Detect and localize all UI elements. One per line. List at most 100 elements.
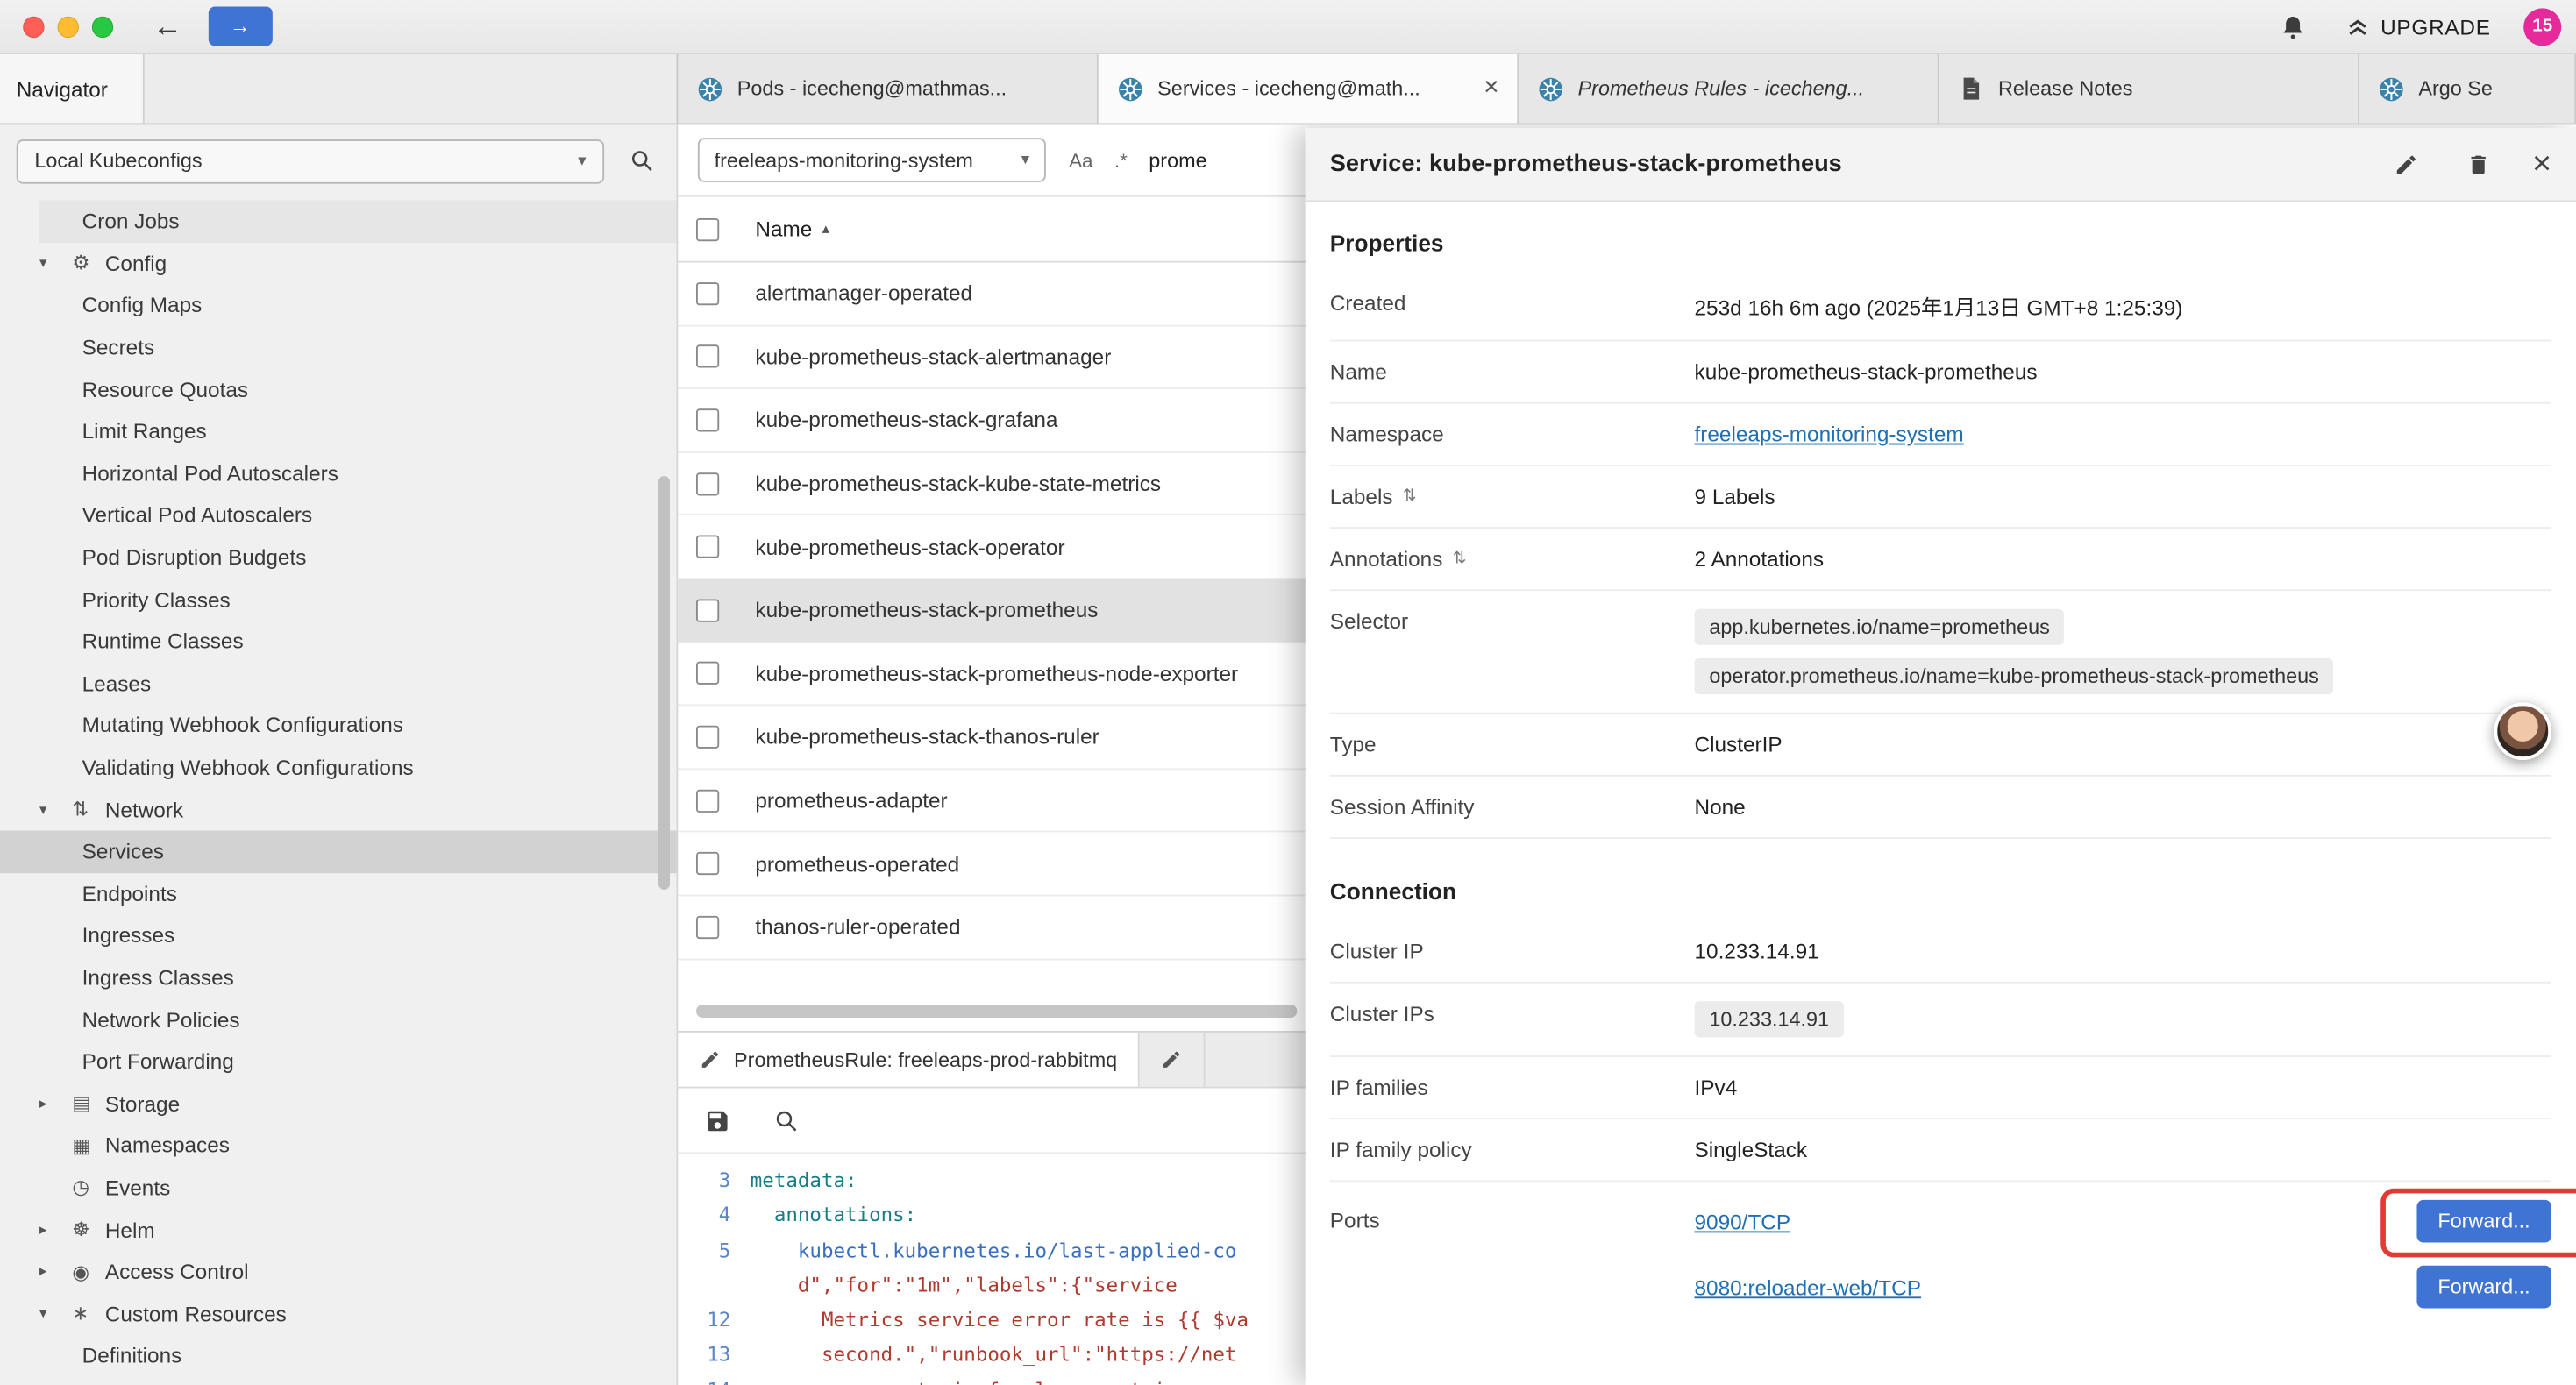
tree-item-label: Priority Classes (82, 587, 231, 612)
sidebar-item-cron-jobs[interactable]: Cron Jobs (0, 200, 677, 242)
sidebar-item-port-forwarding[interactable]: Port Forwarding (0, 1041, 677, 1083)
sort-up-icon[interactable]: ▴ (822, 220, 829, 238)
tab-argo[interactable]: Argo Se (2359, 54, 2576, 124)
chevron-down-icon[interactable]: ▾ (39, 1304, 72, 1323)
chevron-right-icon[interactable]: ▸ (39, 1262, 72, 1281)
row-label: Cluster IP (1330, 939, 1695, 963)
sidebar-item-leases[interactable]: Leases (0, 663, 677, 705)
match-case-toggle[interactable]: Aa (1069, 148, 1093, 171)
sidebar-item-services[interactable]: Services (0, 830, 677, 872)
chevron-right-icon[interactable]: ▸ (39, 1220, 72, 1239)
forward-button[interactable]: Forward... (2416, 1266, 2551, 1309)
namespace-filter-dropdown[interactable]: freeleaps-monitoring-system ▾ (698, 138, 1046, 182)
row-checkbox[interactable] (696, 536, 719, 558)
row-label: Labels (1330, 484, 1393, 508)
close-icon[interactable]: × (2532, 148, 2551, 181)
port-link-9090[interactable]: 9090/TCP (1695, 1209, 1791, 1233)
row-checkbox[interactable] (696, 282, 719, 305)
expand-toggle-icon[interactable]: ⇅ (1453, 550, 1467, 568)
sidebar-item-access-control[interactable]: ▸◉Access Control (0, 1251, 677, 1293)
namespace-link[interactable]: freeleaps-monitoring-system (1695, 422, 1964, 446)
code-text: error rate in freeleaps metrics ser (751, 1374, 1237, 1385)
notification-count-badge[interactable]: 15 (2523, 7, 2561, 45)
row-checkbox[interactable] (696, 789, 719, 812)
close-window-button[interactable] (23, 16, 44, 37)
tab-pods[interactable]: Pods - icecheng@mathmas... (678, 54, 1098, 124)
sidebar-item-config-maps[interactable]: Config Maps (0, 284, 677, 326)
tab-prometheus-rules[interactable]: Prometheus Rules - icecheng... (1519, 54, 1939, 124)
service-name: prometheus-operated (755, 851, 959, 876)
floating-avatar[interactable] (2494, 702, 2551, 760)
notifications-bell-icon[interactable] (2275, 8, 2311, 44)
minimize-window-button[interactable] (58, 16, 79, 37)
sidebar-search-icon[interactable] (624, 143, 660, 179)
row-checkbox[interactable] (696, 852, 719, 875)
connection-heading: Connection (1330, 839, 2551, 921)
sidebar-item-definitions[interactable]: Definitions (0, 1334, 677, 1376)
port-link-8080-reloader-web[interactable]: 8080:reloader-web/TCP (1695, 1275, 1921, 1299)
save-icon[interactable] (700, 1102, 736, 1138)
upgrade-button[interactable]: UPGRADE (2345, 13, 2491, 39)
row-checkbox[interactable] (696, 726, 719, 749)
dock-tab-partial[interactable] (1140, 1033, 1206, 1087)
sidebar-item-ingresses[interactable]: Ingresses (0, 914, 677, 956)
tab-release-notes[interactable]: Release Notes (1939, 54, 2359, 124)
sidebar-item-resource-quotas[interactable]: Resource Quotas (0, 368, 677, 410)
row-checkbox[interactable] (696, 408, 719, 431)
row-checkbox[interactable] (696, 345, 719, 368)
upgrade-icon (2345, 13, 2371, 39)
chevron-right-icon[interactable]: ▸ (39, 1095, 72, 1113)
row-value: 2 Annotations (1695, 547, 2551, 572)
tab-services[interactable]: Services - icecheng@math... × (1099, 54, 1519, 124)
tree-item-label: Config Maps (82, 293, 203, 317)
sidebar-item-ingress-classes[interactable]: Ingress Classes (0, 956, 677, 998)
sidebar-item-limit-ranges[interactable]: Limit Ranges (0, 410, 677, 452)
navigator-tree: Cron Jobs ▾⚙Config Config Maps Secrets R… (0, 200, 677, 1385)
regex-toggle[interactable]: .* (1114, 148, 1128, 171)
sidebar-item-vertical-pod-autoscalers[interactable]: Vertical Pod Autoscalers (0, 494, 677, 536)
sidebar-item-namespaces[interactable]: ▦Namespaces (0, 1125, 677, 1167)
close-tab-icon[interactable]: × (1484, 75, 1498, 102)
tree-item-label: Ingresses (82, 923, 175, 948)
forward-icon[interactable]: → (209, 6, 272, 46)
select-all-checkbox[interactable] (696, 217, 719, 240)
sidebar-item-horizontal-pod-autoscalers[interactable]: Horizontal Pod Autoscalers (0, 452, 677, 494)
sidebar-item-validating-webhook-configurations[interactable]: Validating Webhook Configurations (0, 747, 677, 789)
forward-button[interactable]: Forward... (2416, 1200, 2551, 1243)
sidebar-item-config[interactable]: ▾⚙Config (0, 242, 677, 284)
sidebar-item-secrets[interactable]: Secrets (0, 326, 677, 368)
navigator-panel-tab[interactable]: Navigator (0, 54, 145, 124)
drawer-row-ports: Ports 9090/TCP Forward... 8080:reloader-… (1330, 1182, 2551, 1332)
trash-icon[interactable] (2460, 146, 2496, 182)
sidebar-item-pod-disruption-budgets[interactable]: Pod Disruption Budgets (0, 536, 677, 579)
titlebar-right: UPGRADE 15 (2275, 7, 2561, 45)
sidebar-item-endpoints[interactable]: Endpoints (0, 872, 677, 914)
zoom-window-button[interactable] (92, 16, 113, 37)
sidebar-item-helm[interactable]: ▸☸Helm (0, 1209, 677, 1251)
editor-search-icon[interactable] (768, 1102, 804, 1138)
chevron-down-icon[interactable]: ▾ (39, 254, 72, 273)
expand-toggle-icon[interactable]: ⇅ (1403, 487, 1417, 506)
row-checkbox[interactable] (696, 599, 719, 621)
sidebar-item-custom-resources[interactable]: ▾∗Custom Resources (0, 1293, 677, 1335)
row-checkbox[interactable] (696, 472, 719, 495)
sidebar-item-storage[interactable]: ▸▤Storage (0, 1083, 677, 1125)
name-column-header[interactable]: Name ▴ (755, 217, 829, 241)
sidebar-item-network-policies[interactable]: Network Policies (0, 998, 677, 1041)
sidebar-scrollbar[interactable] (658, 476, 670, 890)
sidebar-item-priority-classes[interactable]: Priority Classes (0, 579, 677, 621)
tree-item-label: Horizontal Pod Autoscalers (82, 461, 338, 486)
back-icon[interactable]: ← (153, 11, 182, 41)
row-checkbox[interactable] (696, 662, 719, 685)
sidebar-item-runtime-classes[interactable]: Runtime Classes (0, 621, 677, 663)
dock-tab-prometheusrule[interactable]: PrometheusRule: freeleaps-prod-rabbitmq (678, 1033, 1140, 1087)
search-input[interactable]: Aa .* prome (1069, 148, 1207, 171)
sidebar-item-network[interactable]: ▾⇅Network (0, 788, 677, 830)
chevron-down-icon[interactable]: ▾ (39, 800, 72, 819)
edit-pencil-icon[interactable] (2387, 146, 2423, 182)
horizontal-scrollbar[interactable] (696, 1005, 1297, 1018)
sidebar-item-events[interactable]: ◷Events (0, 1167, 677, 1209)
row-checkbox[interactable] (696, 915, 719, 938)
sidebar-item-mutating-webhook-configurations[interactable]: Mutating Webhook Configurations (0, 705, 677, 747)
kubeconfig-selector[interactable]: Local Kubeconfigs ▾ (17, 138, 604, 183)
